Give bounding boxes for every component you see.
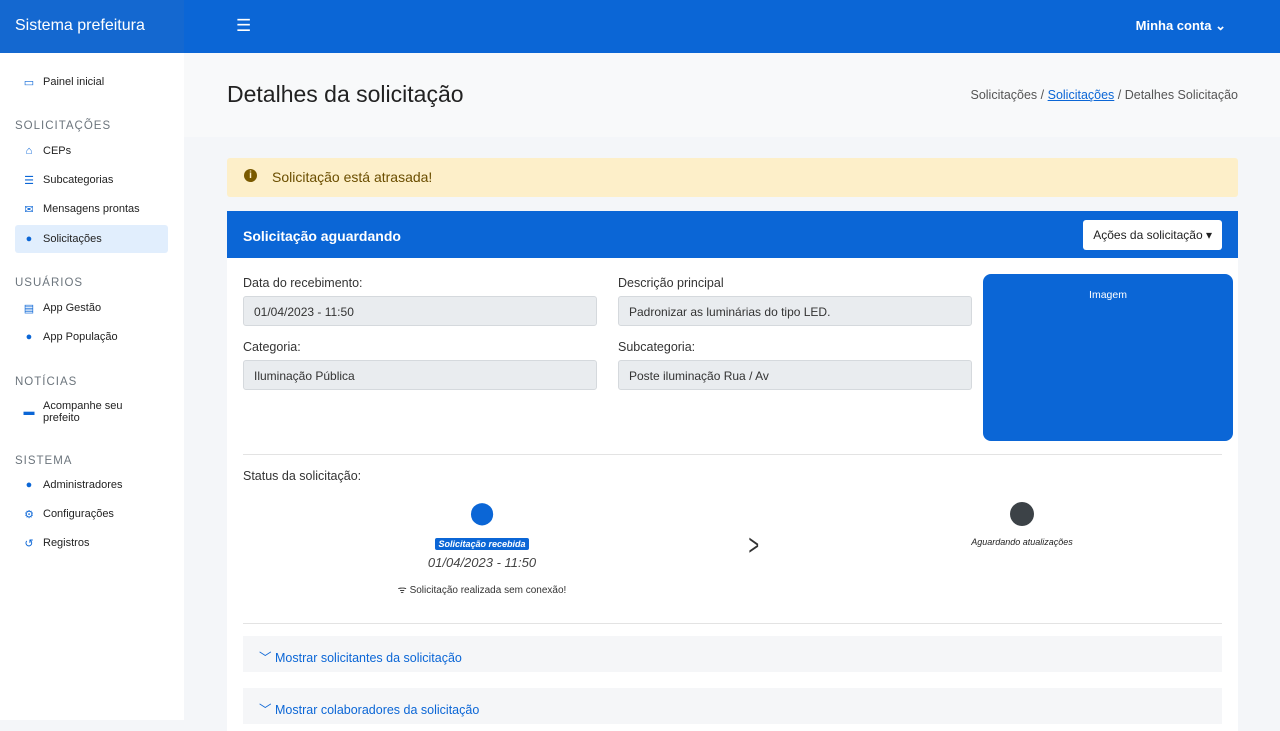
show-collaborators-toggle[interactable]: ﹀ Mostrar colaboradores da solicitação bbox=[243, 688, 1222, 724]
id-card-icon: ▤ bbox=[23, 302, 35, 315]
account-menu[interactable]: Minha conta ⌄ bbox=[1136, 18, 1226, 34]
history-icon: ↺ bbox=[24, 537, 34, 550]
breadcrumb: Solicitações / Solicitações / Detalhes S… bbox=[970, 88, 1238, 102]
late-alert: i Solicitação está atrasada! bbox=[227, 158, 1238, 197]
top-navbar: ☰ Minha conta ⌄ bbox=[184, 0, 1280, 53]
received-date: 01/04/2023 - 11:50 bbox=[427, 555, 537, 570]
sidebar-item-label: Administradores bbox=[43, 479, 123, 491]
sidebar-item-label: CEPs bbox=[43, 145, 72, 157]
chevron-down-icon: ⌄ bbox=[1215, 18, 1226, 33]
page-title: Detalhes da solicitação bbox=[227, 81, 464, 107]
request-image[interactable]: Imagem bbox=[983, 274, 1233, 441]
request-card: Solicitação aguardando Ações da solicita… bbox=[227, 211, 1238, 731]
sidebar-item-label: Registros bbox=[43, 537, 90, 549]
page-header: Detalhes da solicitação Solicitações / S… bbox=[184, 53, 1280, 137]
status-label: Status da solicitação: bbox=[243, 469, 362, 483]
section-title: NOTÍCIAS bbox=[15, 376, 78, 388]
sidebar-item-ceps[interactable]: ⌂ CEPs bbox=[15, 137, 168, 165]
envelope-icon: ✉ bbox=[24, 203, 34, 216]
sidebar-item-painel-inicial[interactable]: ▭ Painel inicial bbox=[15, 68, 168, 96]
sidebar-item-label: App Gestão bbox=[43, 302, 102, 314]
date-field: 01/04/2023 - 11:50 bbox=[243, 296, 597, 326]
user-icon: ● bbox=[25, 331, 33, 343]
breadcrumb-link[interactable]: Solicitações bbox=[1048, 88, 1115, 102]
accordion-label: Mostrar solicitantes da solicitação bbox=[275, 651, 462, 665]
wifi-icon: ᯤ bbox=[397, 585, 407, 596]
sidebar-item-label: Subcategorias bbox=[43, 174, 114, 186]
app-brand[interactable]: Sistema prefeitura bbox=[0, 0, 184, 53]
step-waiting: Aguardando atualizações bbox=[947, 502, 1097, 547]
alert-text: Solicitação está atrasada! bbox=[272, 169, 433, 185]
caret-down-icon: ▾ bbox=[1205, 228, 1212, 242]
subcategory-label: Subcategoria: bbox=[618, 340, 696, 354]
show-requesters-toggle[interactable]: ﹀ Mostrar solicitantes da solicitação bbox=[243, 636, 1222, 672]
section-title: USUÁRIOS bbox=[15, 277, 84, 289]
sidebar-item-label: Mensagens prontas bbox=[43, 203, 140, 215]
description-field: Padronizar as luminárias do tipo LED. bbox=[618, 296, 972, 326]
offline-note: Solicitação realizada sem conexão! bbox=[409, 585, 567, 596]
list-icon: ☰ bbox=[24, 174, 34, 187]
step-received: ⬤ Solicitação recebida 01/04/2023 - 11:5… bbox=[367, 500, 597, 597]
monitor-icon: ▭ bbox=[23, 76, 35, 89]
date-label: Data do recebimento: bbox=[243, 276, 363, 290]
section-title: SISTEMA bbox=[15, 455, 73, 467]
sidebar-item-label: App População bbox=[43, 331, 118, 343]
section-title: SOLICITAÇÕES bbox=[15, 120, 112, 132]
sidebar-item-label: Configurações bbox=[43, 508, 114, 520]
chevron-down-icon: ﹀ bbox=[259, 703, 272, 717]
divider bbox=[243, 454, 1222, 455]
description-label: Descrição principal bbox=[618, 276, 724, 290]
clock-icon bbox=[1010, 502, 1034, 526]
sidebar-item-label: Solicitações bbox=[43, 233, 102, 245]
hamburger-icon[interactable]: ☰ bbox=[236, 16, 251, 36]
breadcrumb-item: Solicitações bbox=[970, 88, 1038, 102]
gear-icon: ⚙ bbox=[24, 508, 34, 521]
newspaper-icon: ▬ bbox=[23, 406, 35, 418]
sidebar-item-app-gestao[interactable]: ▤ App Gestão bbox=[15, 294, 168, 322]
request-actions-button[interactable]: Ações da solicitação ▾ bbox=[1083, 220, 1222, 250]
sidebar-item-registros[interactable]: ↺ Registros bbox=[15, 529, 168, 557]
category-field: Iluminação Pública bbox=[243, 360, 597, 390]
category-label: Categoria: bbox=[243, 340, 301, 354]
sidebar-item-label: Acompanhe seu prefeito bbox=[43, 400, 123, 424]
map-pin-icon: ⬤ bbox=[469, 500, 495, 525]
divider bbox=[243, 623, 1222, 624]
sidebar-item-configuracoes[interactable]: ⚙ Configurações bbox=[15, 500, 168, 528]
subcategory-field: Poste iluminação Rua / Av bbox=[618, 360, 972, 390]
home-icon: ⌂ bbox=[25, 145, 33, 157]
status-badge: Solicitação recebida bbox=[435, 538, 529, 550]
accordion-label: Mostrar colaboradores da solicitação bbox=[275, 703, 480, 717]
actions-label: Ações da solicitação bbox=[1093, 228, 1203, 242]
account-label: Minha conta bbox=[1135, 18, 1212, 33]
sidebar-item-mensagens[interactable]: ✉ Mensagens prontas bbox=[15, 195, 168, 223]
waiting-label: Aguardando atualizações bbox=[971, 537, 1073, 547]
chevron-down-icon: ﹀ bbox=[259, 651, 272, 665]
sidebar-item-administradores[interactable]: ● Administradores bbox=[15, 471, 168, 499]
sidebar-item-solicitacoes[interactable]: ● Solicitações bbox=[15, 225, 168, 253]
user-gear-icon: ● bbox=[25, 479, 33, 491]
sidebar-item-label: Painel inicial bbox=[43, 76, 105, 88]
card-header: Solicitação aguardando Ações da solicita… bbox=[227, 211, 1238, 258]
chevron-right-icon: > bbox=[748, 529, 760, 562]
info-icon: i bbox=[244, 169, 257, 182]
sidebar-item-app-populacao[interactable]: ● App População bbox=[15, 323, 168, 351]
sidebar-item-acompanhe[interactable]: ▬ Acompanhe seu prefeito bbox=[15, 396, 168, 428]
sidebar: ▭ Painel inicial SOLICITAÇÕES ⌂ CEPs ☰ Subc… bbox=[0, 53, 184, 720]
breadcrumb-current: Detalhes Solicitação bbox=[1124, 88, 1238, 102]
map-pin-icon: ● bbox=[25, 233, 33, 245]
sidebar-item-subcategorias[interactable]: ☰ Subcategorias bbox=[15, 166, 168, 194]
card-title: Solicitação aguardando bbox=[243, 228, 401, 244]
